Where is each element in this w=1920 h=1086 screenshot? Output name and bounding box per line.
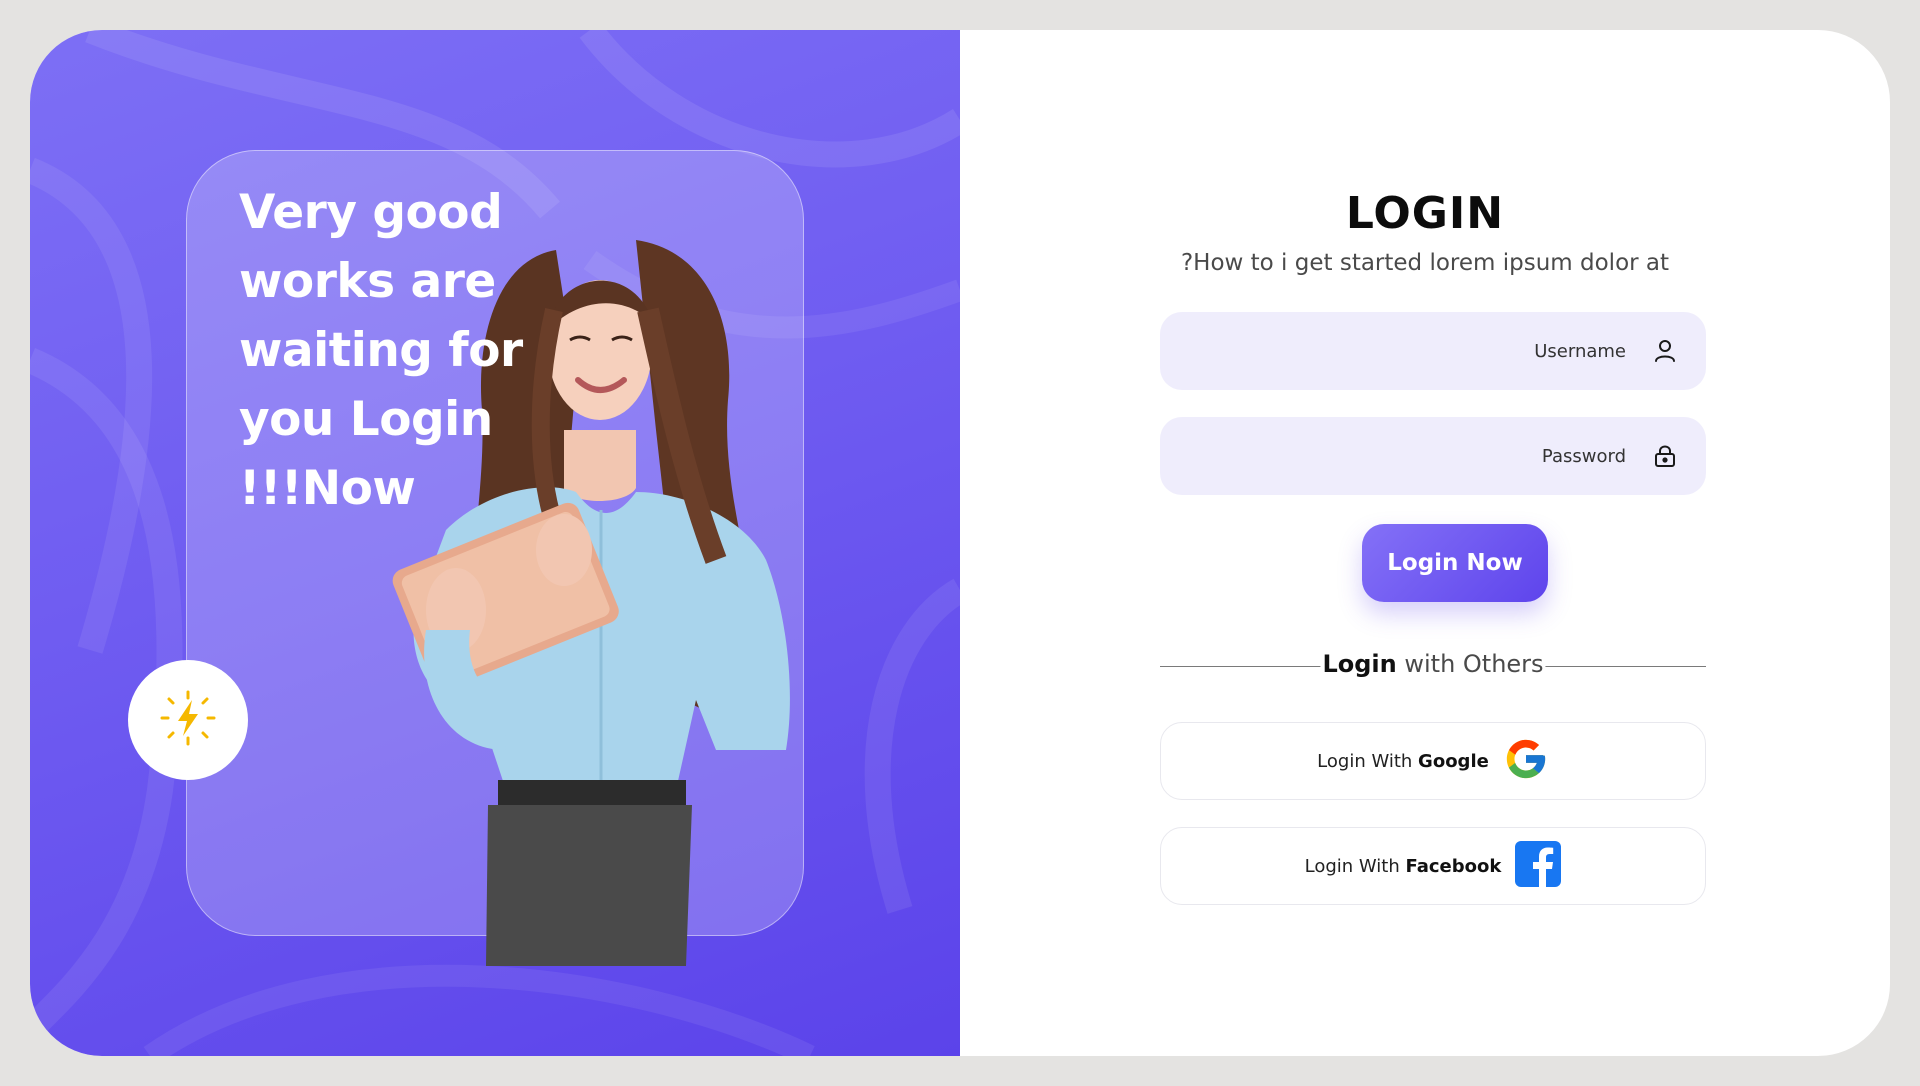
lock-icon <box>1654 444 1676 468</box>
hero-panel: Very good works are waiting for you Logi… <box>30 30 960 1056</box>
login-form-panel: LOGIN ?How to i get started lorem ipsum … <box>960 30 1890 1056</box>
login-subtitle: ?How to i get started lorem ipsum dolor … <box>1180 250 1670 276</box>
password-input[interactable] <box>1160 417 1706 495</box>
password-field[interactable] <box>1160 417 1706 495</box>
username-input[interactable] <box>1160 312 1706 390</box>
facebook-label-prefix: Login With <box>1304 855 1406 877</box>
lightning-bolt-icon <box>156 686 220 754</box>
facebook-label-bold: Facebook <box>1405 855 1502 877</box>
username-field[interactable] <box>1160 312 1706 390</box>
facebook-icon <box>1515 840 1562 892</box>
google-label-bold: Google <box>1418 750 1489 772</box>
google-icon <box>1503 736 1549 787</box>
lightning-badge <box>128 660 248 780</box>
divider-label-rest: with Others <box>1396 650 1544 678</box>
login-with-others-divider: Login with Others <box>1160 650 1706 680</box>
google-button-label: Login With Google <box>1317 751 1489 772</box>
login-now-button[interactable]: Login Now <box>1362 524 1548 602</box>
login-with-google-button[interactable]: Login With Google <box>1160 722 1706 800</box>
login-card: Very good works are waiting for you Logi… <box>30 30 1890 1056</box>
login-with-facebook-button[interactable]: Login With Facebook <box>1160 827 1706 905</box>
facebook-button-label: Login With Facebook <box>1305 856 1502 877</box>
google-label-prefix: Login With <box>1317 750 1419 772</box>
divider-label: Login with Others <box>1320 650 1546 678</box>
login-title: LOGIN <box>1345 188 1505 239</box>
hero-headline: Very good works are waiting for you Logi… <box>239 185 523 516</box>
user-icon <box>1654 339 1676 363</box>
divider-label-bold: Login <box>1322 650 1397 678</box>
